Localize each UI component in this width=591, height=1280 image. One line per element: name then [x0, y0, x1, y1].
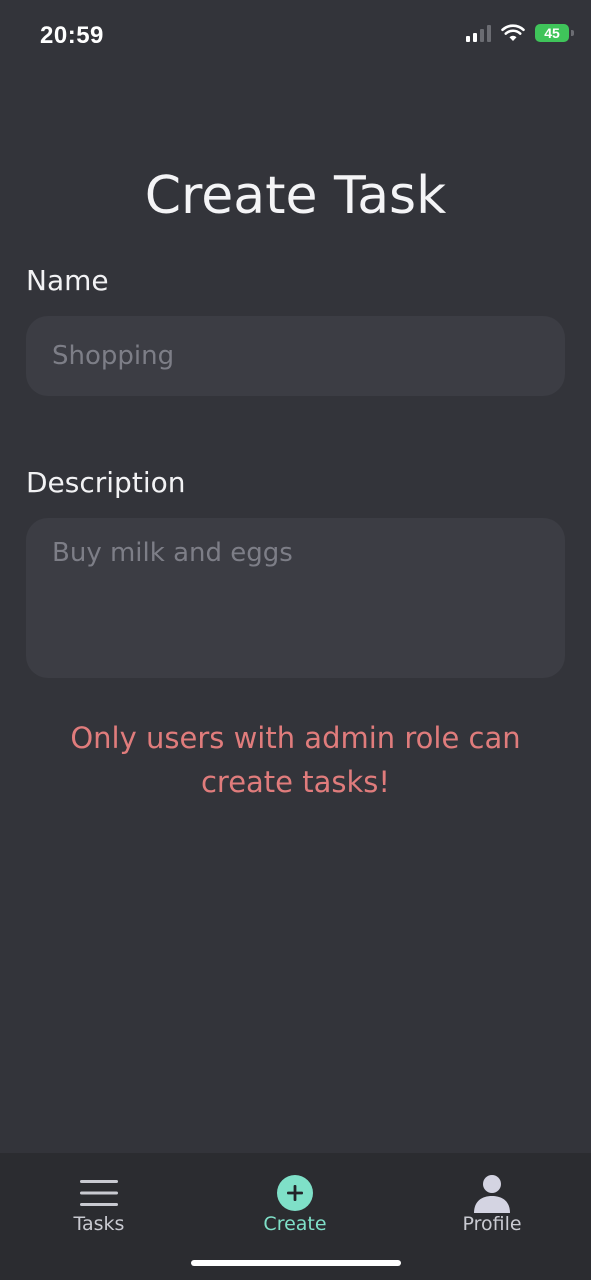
status-bar: 20:59 45 — [0, 0, 591, 72]
description-label: Description — [26, 466, 186, 499]
tab-tasks[interactable]: Tasks — [19, 1173, 179, 1235]
battery-level: 45 — [544, 25, 560, 41]
error-message: Only users with admin role can create ta… — [70, 721, 521, 799]
tab-create[interactable]: Create — [215, 1173, 375, 1235]
tab-profile-label: Profile — [462, 1213, 522, 1235]
page-title: Create Task — [144, 166, 447, 226]
name-label: Name — [26, 264, 109, 297]
status-icons: 45 — [466, 24, 574, 42]
tab-tasks-label: Tasks — [73, 1213, 125, 1235]
person-icon — [472, 1173, 512, 1213]
tab-profile[interactable]: Profile — [412, 1173, 572, 1235]
status-time: 20:59 — [40, 22, 104, 49]
signal-icon — [466, 24, 491, 42]
plus-circle-icon — [275, 1173, 315, 1213]
name-input[interactable] — [26, 316, 565, 396]
tab-create-label: Create — [263, 1213, 327, 1235]
wifi-icon — [501, 24, 525, 41]
description-input[interactable] — [26, 518, 565, 678]
battery-icon: 45 — [535, 24, 574, 42]
home-indicator[interactable] — [191, 1260, 401, 1266]
menu-icon — [79, 1173, 119, 1213]
